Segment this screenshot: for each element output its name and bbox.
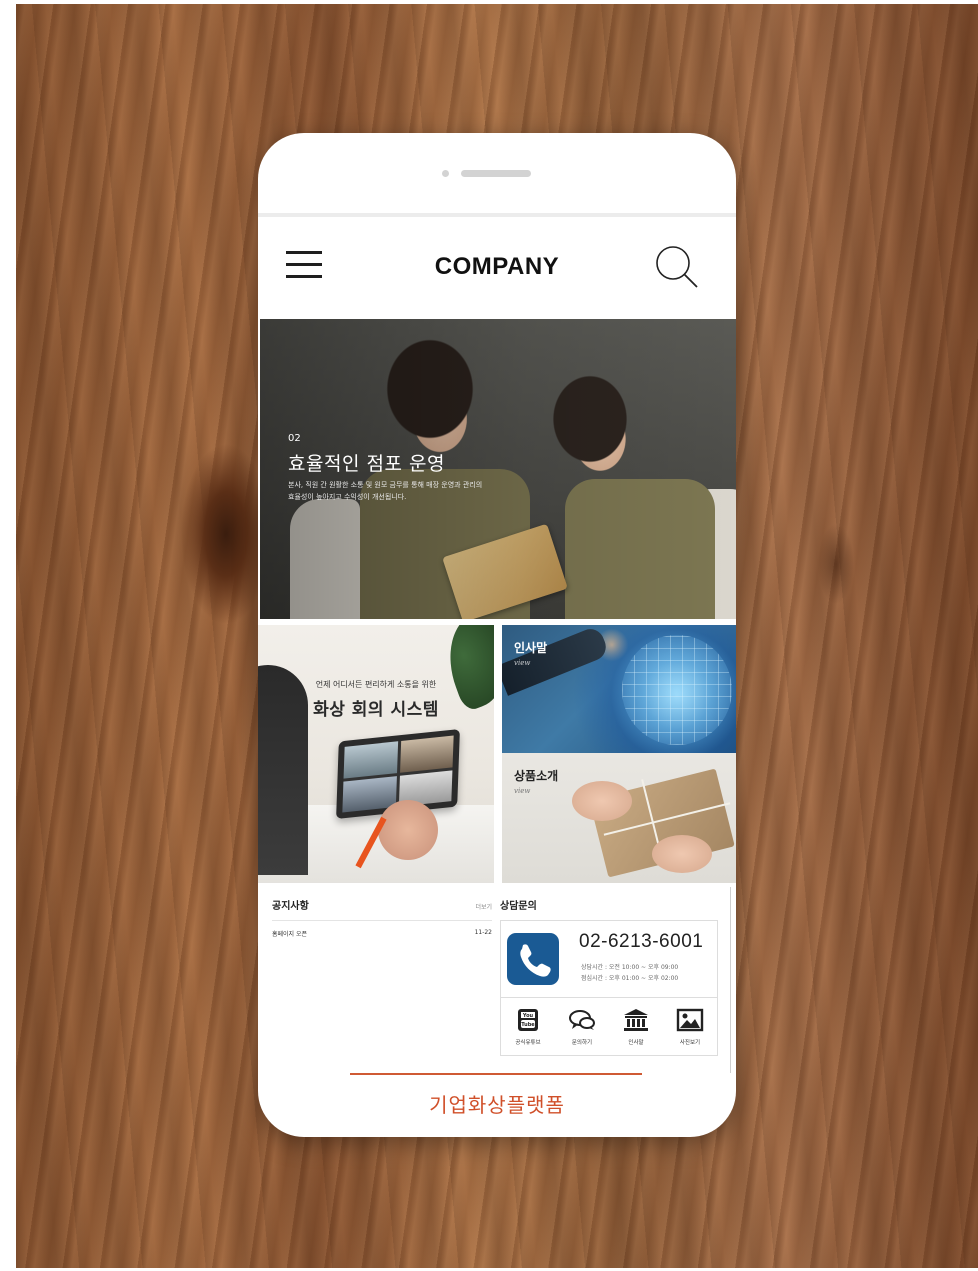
search-icon[interactable] [654,244,700,290]
phone-top-bezel [258,133,736,213]
camera-dot [442,170,449,177]
consult-phone-number[interactable]: 02-6213-6001 [579,931,703,953]
footer-brand-text: 기업화상플랫폼 [429,1093,565,1117]
product-tile-view: view [514,787,531,795]
hero-banner[interactable]: 02 효율적인 점포 운영 본사, 직원 간 원활한 소통 및 원모 금무를 통… [260,319,736,619]
consult-hours: 상담시간 : 오전 10:00 ~ 오후 09:00 점심시간 : 오후 01:… [581,964,679,982]
svg-text:Tube: Tube [521,1022,535,1028]
consult-title: 상담문의 [500,901,537,912]
youtube-icon: You Tube [518,1009,538,1031]
quick-link-greeting[interactable]: 인사말 [609,998,663,1055]
notice-item[interactable]: 홈페이지 오픈 11-22 [272,929,492,938]
phone-frame: COMPANY 02 효율적인 점포 운영 본사, 직원 간 원활한 소통 및 … [258,133,736,1137]
quick-link-gallery[interactable]: 사진보기 [663,998,717,1055]
hero-slide-number: 02 [288,433,301,444]
notice-item-date: 11-22 [474,929,492,936]
product-tile[interactable]: 상품소개 view [502,753,736,883]
consult-phone-box: 02-6213-6001 상담시간 : 오전 10:00 ~ 오후 09:00 … [500,920,718,998]
quick-link-inquiry[interactable]: 문의하기 [555,998,609,1055]
footer-divider [350,1073,642,1075]
greeting-tile-view: view [514,659,531,667]
greeting-tile-label: 인사말 [514,641,548,655]
quick-links: You Tube 공식유튜브 문의하기 인사말 사진보기 [500,998,718,1056]
product-tile-label: 상품소개 [514,769,559,783]
hero-description: 본사, 직원 간 원활한 소통 및 원모 금무를 통해 매장 운영과 관리의 효… [288,481,483,501]
app-header: COMPANY [258,217,736,319]
speaker-slot [461,170,531,177]
network-globe-image [622,635,732,745]
quick-link-youtube[interactable]: You Tube 공식유튜브 [501,998,555,1055]
picture-icon [676,1008,704,1032]
hero-title: 효율적인 점포 운영 [288,453,445,475]
video-tile-title: 화상 회의 시스템 [313,700,439,720]
greeting-tile[interactable]: 인사말 view [502,625,736,753]
notice-board: 공지사항 더보기 홈페이지 오픈 11-22 [272,897,492,938]
notice-title: 공지사항 [272,901,309,912]
video-conference-tile[interactable]: 언제 어디서든 편리하게 소통을 위한 화상 회의 시스템 [258,625,494,883]
section-divider [730,887,731,1073]
chat-icon [569,1010,595,1030]
video-tile-subtitle: 언제 어디서든 편리하게 소통을 위한 [315,680,437,689]
svg-text:You: You [522,1013,534,1019]
notice-more-link[interactable]: 더보기 [475,902,492,911]
phone-icon [507,933,559,985]
consult-section: 상담문의 02-6213-6001 상담시간 : 오전 10:00 ~ 오후 0… [500,897,720,1056]
bank-icon [624,1009,648,1031]
notice-item-title: 홈페이지 오픈 [272,931,308,938]
